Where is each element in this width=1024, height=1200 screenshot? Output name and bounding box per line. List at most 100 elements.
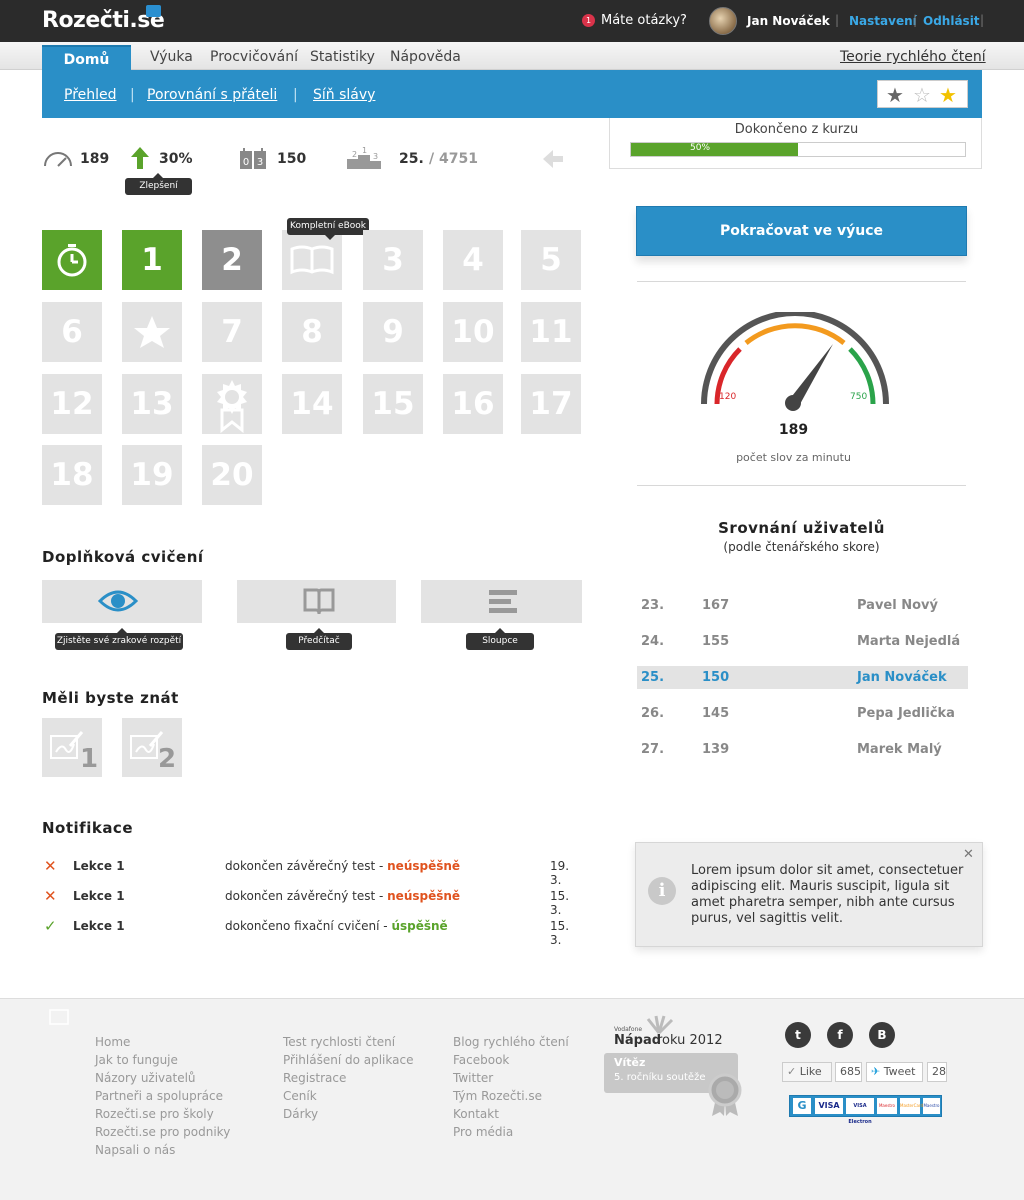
footer-link[interactable]: Test rychlosti čtení xyxy=(283,1033,413,1051)
lesson-tile[interactable]: 18 xyxy=(42,445,102,505)
nav-item-statistiky[interactable]: Statistiky xyxy=(310,49,375,65)
subnav-compare-friends[interactable]: Porovnání s přáteli xyxy=(147,87,277,103)
lesson-tile-timer[interactable] xyxy=(42,230,102,290)
lesson-tile[interactable]: 20 xyxy=(202,445,262,505)
notification-status: neúspěšně xyxy=(387,889,461,903)
gauge-min-label: 120 xyxy=(719,392,737,402)
rank-position: 26. xyxy=(641,706,665,721)
stat-improvement: 30% xyxy=(159,151,193,167)
footer-link[interactable]: Home xyxy=(95,1033,230,1051)
ranking-row[interactable]: 26. 145 Pepa Jedlička xyxy=(637,702,968,725)
user-name[interactable]: Jan Nováček xyxy=(747,14,830,28)
footer-link[interactable]: Napsali o nás xyxy=(95,1141,230,1159)
lesson-tile[interactable]: 1 xyxy=(122,230,182,290)
lesson-tile[interactable]: 17 xyxy=(521,374,581,434)
rank-position: 23. xyxy=(641,598,665,613)
extra-exercise-eye[interactable] xyxy=(42,580,202,623)
extra-exercise-reader[interactable] xyxy=(237,580,396,623)
tab-home[interactable]: Domů xyxy=(42,45,131,72)
footer-link[interactable]: Jak to funguje xyxy=(95,1051,230,1069)
tweet-count: 28 xyxy=(927,1062,947,1082)
rank-score: 167 xyxy=(702,598,730,613)
footer-link[interactable]: Registrace xyxy=(283,1069,413,1087)
lesson-tile[interactable]: 8 xyxy=(282,302,342,362)
lesson-tile[interactable]: 2 xyxy=(202,230,262,290)
lesson-tile[interactable]: 11 xyxy=(521,302,581,362)
wpm-label: počet slov za minutu xyxy=(736,451,851,464)
fail-x-icon: ✕ xyxy=(44,887,57,905)
star-gold-icon[interactable]: ★ xyxy=(939,83,957,107)
know-item[interactable]: 2 xyxy=(122,718,182,777)
footer-link[interactable]: Twitter xyxy=(453,1069,569,1087)
rating-stars[interactable]: ★ ☆ ★ xyxy=(877,80,968,108)
continue-learning-button[interactable]: Pokračovat ve výuce xyxy=(636,206,967,256)
lesson-tile[interactable]: 3 xyxy=(363,230,423,290)
ranking-row-current-user[interactable]: 25. 150 Jan Nováček xyxy=(637,666,968,689)
subnav-overview[interactable]: Přehled xyxy=(64,87,117,103)
footer-link[interactable]: Partneři a spolupráce xyxy=(95,1087,230,1105)
speedometer-icon xyxy=(44,152,72,167)
twitter-bird-icon: ✈ xyxy=(871,1065,881,1078)
nav-item-vyuka[interactable]: Výuka xyxy=(150,49,193,65)
tweet-button[interactable]: ✈ Tweet xyxy=(866,1062,923,1082)
footer-link[interactable]: Tým Rozečti.se xyxy=(453,1087,569,1105)
ranking-row[interactable]: 23. 167 Pavel Nový xyxy=(637,594,968,617)
stat-score: 150 xyxy=(277,151,307,167)
award-sponsor: Vodafone xyxy=(614,1026,643,1033)
lesson-tile[interactable]: 13 xyxy=(122,374,182,434)
avatar[interactable] xyxy=(709,7,737,35)
award-subtitle: 5. ročníku soutěže xyxy=(614,1072,706,1083)
theory-link[interactable]: Teorie rychlého čtení xyxy=(840,49,986,65)
footer-link[interactable]: Facebook xyxy=(453,1051,569,1069)
facebook-like-button[interactable]: ✓ Like xyxy=(782,1062,832,1082)
footer-link[interactable]: Blog rychlého čtení xyxy=(453,1033,569,1051)
separator: | xyxy=(130,87,135,103)
nav-item-procvicovani[interactable]: Procvičování xyxy=(210,49,298,65)
lesson-tile[interactable]: 7 xyxy=(202,302,262,362)
notification-lesson: Lekce 1 xyxy=(73,859,125,873)
footer-link[interactable]: Rozečti.se pro školy xyxy=(95,1105,230,1123)
questions-link[interactable]: Máte otázky? xyxy=(601,13,687,28)
footer-link[interactable]: Názory uživatelů xyxy=(95,1069,230,1087)
lesson-tile[interactable]: 12 xyxy=(42,374,102,434)
blogger-icon[interactable]: B xyxy=(869,1022,895,1048)
footer-link[interactable]: Přihlášení do aplikace xyxy=(283,1051,413,1069)
footer-link[interactable]: Pro média xyxy=(453,1123,569,1141)
footer-link[interactable]: Dárky xyxy=(283,1105,413,1123)
extra-exercise-columns[interactable] xyxy=(421,580,582,623)
like-count: 685 xyxy=(835,1062,862,1082)
nav-item-napoveda[interactable]: Nápověda xyxy=(390,49,461,65)
lesson-tile[interactable]: 5 xyxy=(521,230,581,290)
award-title-a: Nápad xyxy=(614,1033,662,1048)
arrow-left-icon[interactable] xyxy=(543,150,563,168)
ranking-row[interactable]: 24. 155 Marta Nejedlá xyxy=(637,630,968,653)
tooltip-arrow xyxy=(325,235,335,240)
lesson-tile[interactable]: 15 xyxy=(363,374,423,434)
lesson-tile[interactable]: 16 xyxy=(443,374,503,434)
close-icon[interactable]: ✕ xyxy=(963,847,974,862)
notification-row: ✕ Lekce 1 dokončen závěrečný test - neús… xyxy=(42,887,582,917)
lesson-tile[interactable]: 10 xyxy=(443,302,503,362)
footer-link[interactable]: Kontakt xyxy=(453,1105,569,1123)
lesson-tile[interactable]: 19 xyxy=(122,445,182,505)
lesson-tile[interactable]: 14 xyxy=(282,374,342,434)
facebook-icon[interactable]: f xyxy=(827,1022,853,1048)
settings-link[interactable]: Nastavení xyxy=(849,14,917,28)
award-medal-icon xyxy=(708,1073,742,1116)
lesson-tile-star[interactable] xyxy=(122,302,182,362)
lesson-tile-certificate[interactable] xyxy=(202,374,262,434)
ebook-tooltip: Kompletní eBook xyxy=(287,218,369,235)
twitter-icon[interactable]: t xyxy=(785,1022,811,1048)
know-item[interactable]: 1 xyxy=(42,718,102,777)
footer-link[interactable]: Rozečti.se pro podniky xyxy=(95,1123,230,1141)
subnav-hall-of-fame[interactable]: Síň slávy xyxy=(313,87,375,103)
star-grey-icon[interactable]: ★ xyxy=(886,83,904,107)
lesson-tile[interactable]: 6 xyxy=(42,302,102,362)
logout-link[interactable]: Odhlásit xyxy=(923,14,980,28)
footer-link[interactable]: Ceník xyxy=(283,1087,413,1105)
star-empty-icon[interactable]: ☆ xyxy=(913,83,931,107)
notification-desc: dokončen závěrečný test - neúspěšně xyxy=(225,889,460,903)
ranking-row[interactable]: 27. 139 Marek Malý xyxy=(637,738,968,761)
lesson-tile[interactable]: 9 xyxy=(363,302,423,362)
lesson-tile[interactable]: 4 xyxy=(443,230,503,290)
